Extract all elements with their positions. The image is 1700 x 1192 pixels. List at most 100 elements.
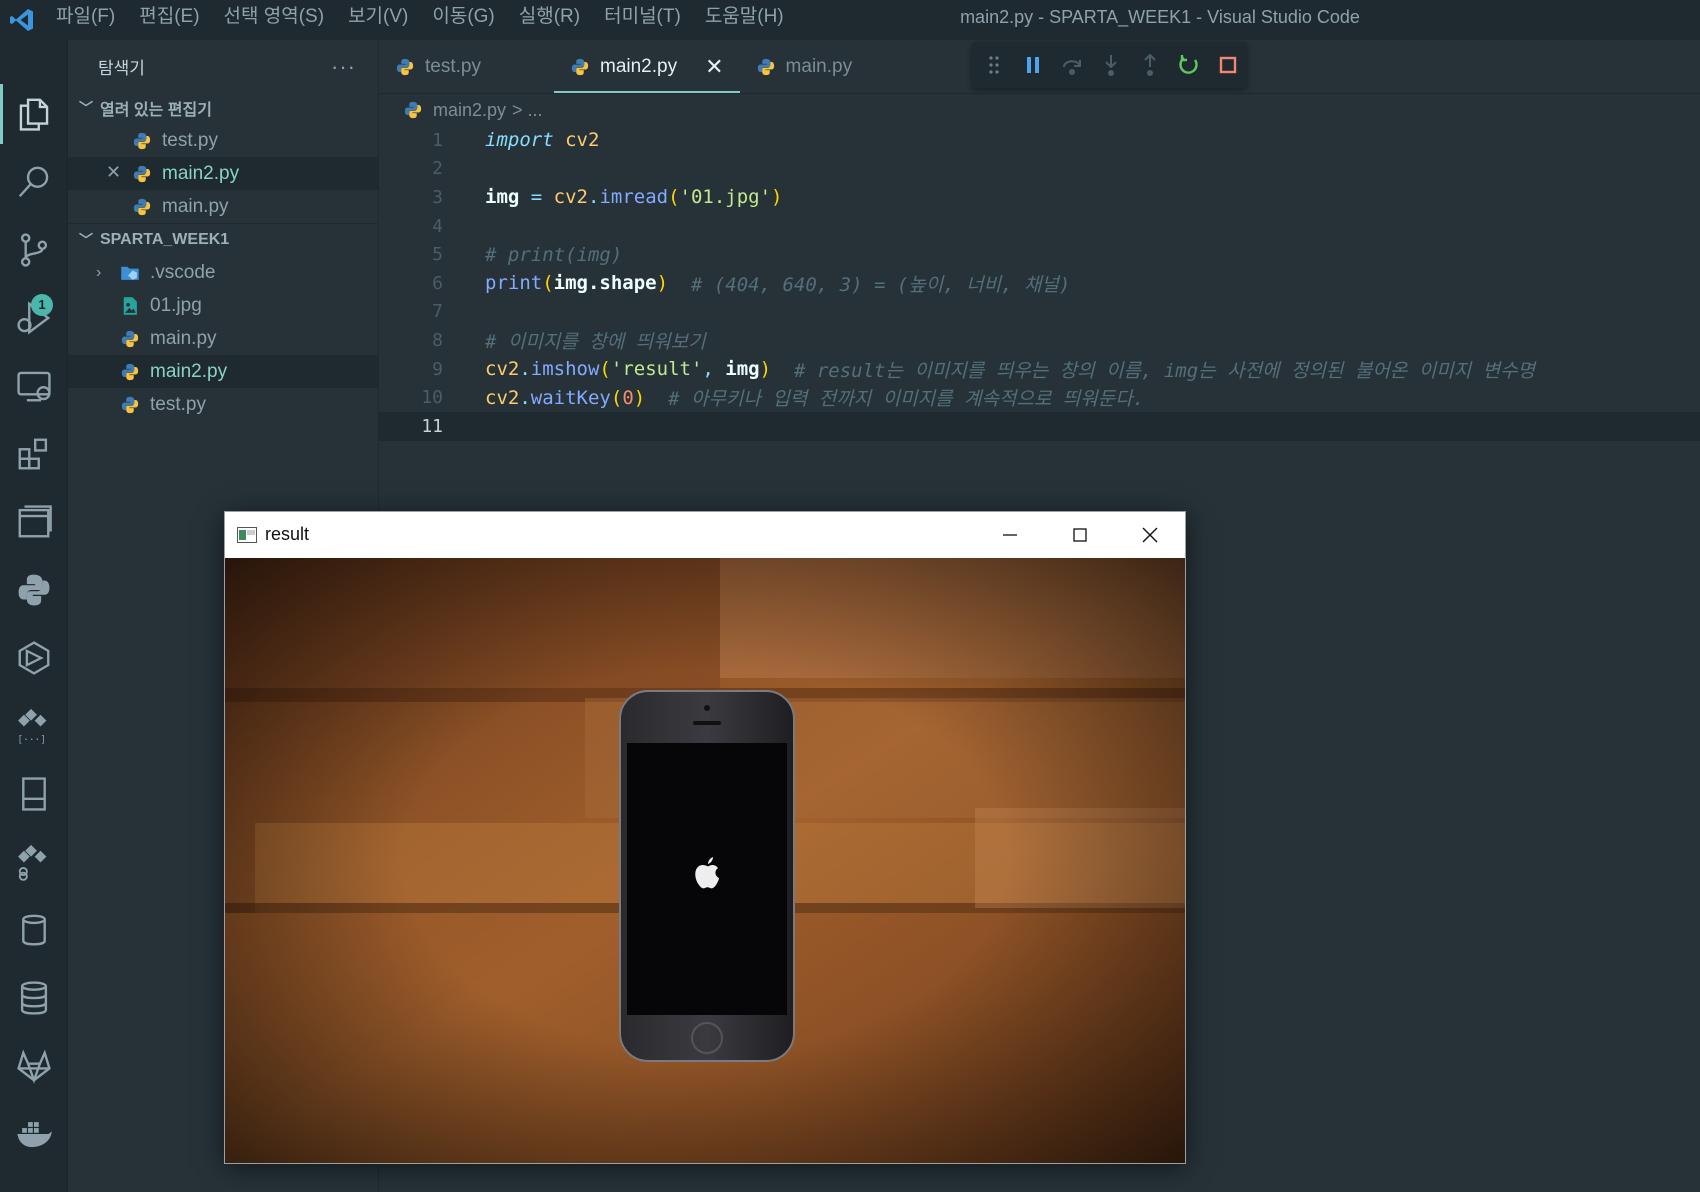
code-token: cv2: [485, 386, 520, 409]
minimize-button[interactable]: [975, 512, 1045, 557]
more-actions-icon[interactable]: ···: [331, 54, 356, 80]
result-window[interactable]: result: [224, 511, 1186, 1164]
code-token: (: [668, 186, 680, 209]
file-label: .vscode: [150, 261, 216, 283]
file-item-test[interactable]: test.py: [68, 388, 378, 421]
file-label: main2.py: [150, 360, 228, 382]
menu-help[interactable]: 도움말(H): [693, 0, 796, 40]
menu-selection[interactable]: 선택 영역(S): [212, 0, 337, 40]
menu-file[interactable]: 파일(F): [44, 0, 127, 40]
jupyter-kernels-icon[interactable]: [0, 832, 67, 892]
step-out-icon[interactable]: [1138, 53, 1162, 77]
menu-edit[interactable]: 편집(E): [127, 0, 211, 40]
tab-test[interactable]: test.py: [379, 40, 545, 93]
menu-go[interactable]: 이동(G): [420, 0, 506, 40]
open-editor-item-test[interactable]: test.py: [68, 124, 378, 157]
line-number: 8: [432, 329, 443, 351]
line-number: 5: [432, 244, 443, 266]
sql-database-icon[interactable]: [0, 968, 67, 1028]
code-comment: # (404, 640, 3) = (높이, 너비, 채널): [668, 273, 1071, 296]
file-label: 01.jpg: [150, 294, 202, 316]
line-number: 7: [432, 301, 443, 323]
breadcrumb: main2.py > ...: [379, 94, 1700, 126]
menu-run[interactable]: 실행(R): [507, 0, 592, 40]
code-token: ): [759, 358, 772, 381]
chevron-right-icon: ›: [96, 263, 102, 281]
python-icon[interactable]: [0, 560, 67, 620]
drag-handle-icon[interactable]: [982, 53, 1006, 77]
tab-main[interactable]: main.py: [740, 40, 853, 93]
pause-icon[interactable]: [1021, 53, 1045, 77]
breadcrumb-file[interactable]: main2.py: [433, 100, 506, 121]
code-token: ): [771, 186, 783, 209]
close-icon[interactable]: ✕: [106, 162, 121, 183]
docker-icon[interactable]: [0, 1104, 67, 1164]
code-token: imshow: [530, 358, 600, 381]
code-token: img: [725, 358, 760, 381]
python-file-icon: [121, 330, 139, 347]
file-item-01jpg[interactable]: 01.jpg: [68, 289, 378, 322]
app-window-icon: [237, 526, 257, 543]
tab-label: test.py: [425, 55, 481, 77]
menu-view[interactable]: 보기(V): [336, 0, 420, 40]
open-editor-item-main2[interactable]: ✕ main2.py: [68, 157, 378, 190]
file-label: test.py: [162, 129, 218, 151]
step-into-icon[interactable]: [1099, 53, 1123, 77]
code-comment: # result는 이미지를 띄우는 창의 이름, img는 사전에 정의된 불…: [771, 359, 1536, 382]
open-editors-label: 열려 있는 편집기: [100, 102, 212, 119]
explorer-icon[interactable]: [0, 84, 67, 144]
code-token: .: [519, 386, 531, 409]
window-close-button[interactable]: [1115, 512, 1185, 557]
database-icon[interactable]: [0, 900, 67, 960]
open-editors-header[interactable]: ﹀ 열려 있는 편집기: [68, 92, 378, 124]
search-icon[interactable]: [0, 152, 67, 212]
debug-badge: 1: [31, 294, 53, 316]
tab-label: main.py: [785, 55, 853, 77]
folder-item-vscode[interactable]: › .vscode: [68, 256, 378, 289]
breadcrumb-rest[interactable]: > ...: [512, 100, 543, 121]
workspace-header[interactable]: ﹀ SPARTA_WEEK1: [68, 223, 378, 256]
python-file-icon: [757, 58, 774, 75]
line-number: 6: [432, 272, 443, 294]
jupyter-variables-icon[interactable]: [···]: [0, 696, 67, 756]
result-title-bar[interactable]: result: [225, 512, 1185, 557]
remote-explorer-icon[interactable]: [0, 356, 67, 416]
window-title: main2.py - SPARTA_WEEK1 - Visual Studio …: [960, 7, 1360, 27]
step-over-icon[interactable]: [1060, 53, 1084, 77]
code-token: .: [519, 358, 531, 381]
code-token: import: [485, 129, 554, 152]
restart-icon[interactable]: [1177, 53, 1201, 77]
code-token: img: [485, 186, 520, 209]
open-editor-item-main[interactable]: main.py: [68, 190, 378, 223]
notebook-icon[interactable]: [0, 764, 67, 824]
source-control-icon[interactable]: [0, 220, 67, 280]
line-number: 10: [421, 387, 443, 409]
file-label: main.py: [150, 327, 217, 349]
code-token: =: [519, 186, 554, 209]
code-token: 0: [622, 386, 634, 409]
package-icon[interactable]: [0, 628, 67, 688]
debug-toolbar: [972, 42, 1247, 88]
python-file-icon: [121, 396, 139, 413]
code-token: cv2: [485, 358, 520, 381]
gitlab-icon[interactable]: [0, 1036, 67, 1096]
editor-tabs: test.py main2.py ✕ main.py: [379, 40, 1700, 94]
window-panel-icon[interactable]: [0, 492, 67, 552]
close-icon[interactable]: ✕: [705, 54, 723, 80]
python-file-icon: [121, 363, 139, 380]
code-editor[interactable]: 1 import cv2 2 3 img = cv2. imread('01.jp…: [379, 126, 1700, 441]
python-file-icon: [133, 165, 151, 182]
tab-main2[interactable]: main2.py ✕: [554, 40, 740, 93]
maximize-icon: [1073, 527, 1087, 542]
maximize-button[interactable]: [1045, 512, 1115, 557]
code-token: waitKey: [530, 386, 611, 409]
menu-terminal[interactable]: 터미널(T): [592, 0, 693, 40]
extensions-icon[interactable]: [0, 424, 67, 484]
python-file-icon: [133, 132, 151, 149]
sidebar-header: 탐색기 ···: [68, 40, 378, 92]
file-item-main2[interactable]: main2.py: [68, 355, 378, 388]
code-comment: # 이미지를 창에 띄워보기: [485, 330, 706, 353]
file-item-main[interactable]: main.py: [68, 322, 378, 355]
tab-label: main2.py: [600, 55, 678, 77]
stop-icon[interactable]: [1216, 53, 1240, 77]
